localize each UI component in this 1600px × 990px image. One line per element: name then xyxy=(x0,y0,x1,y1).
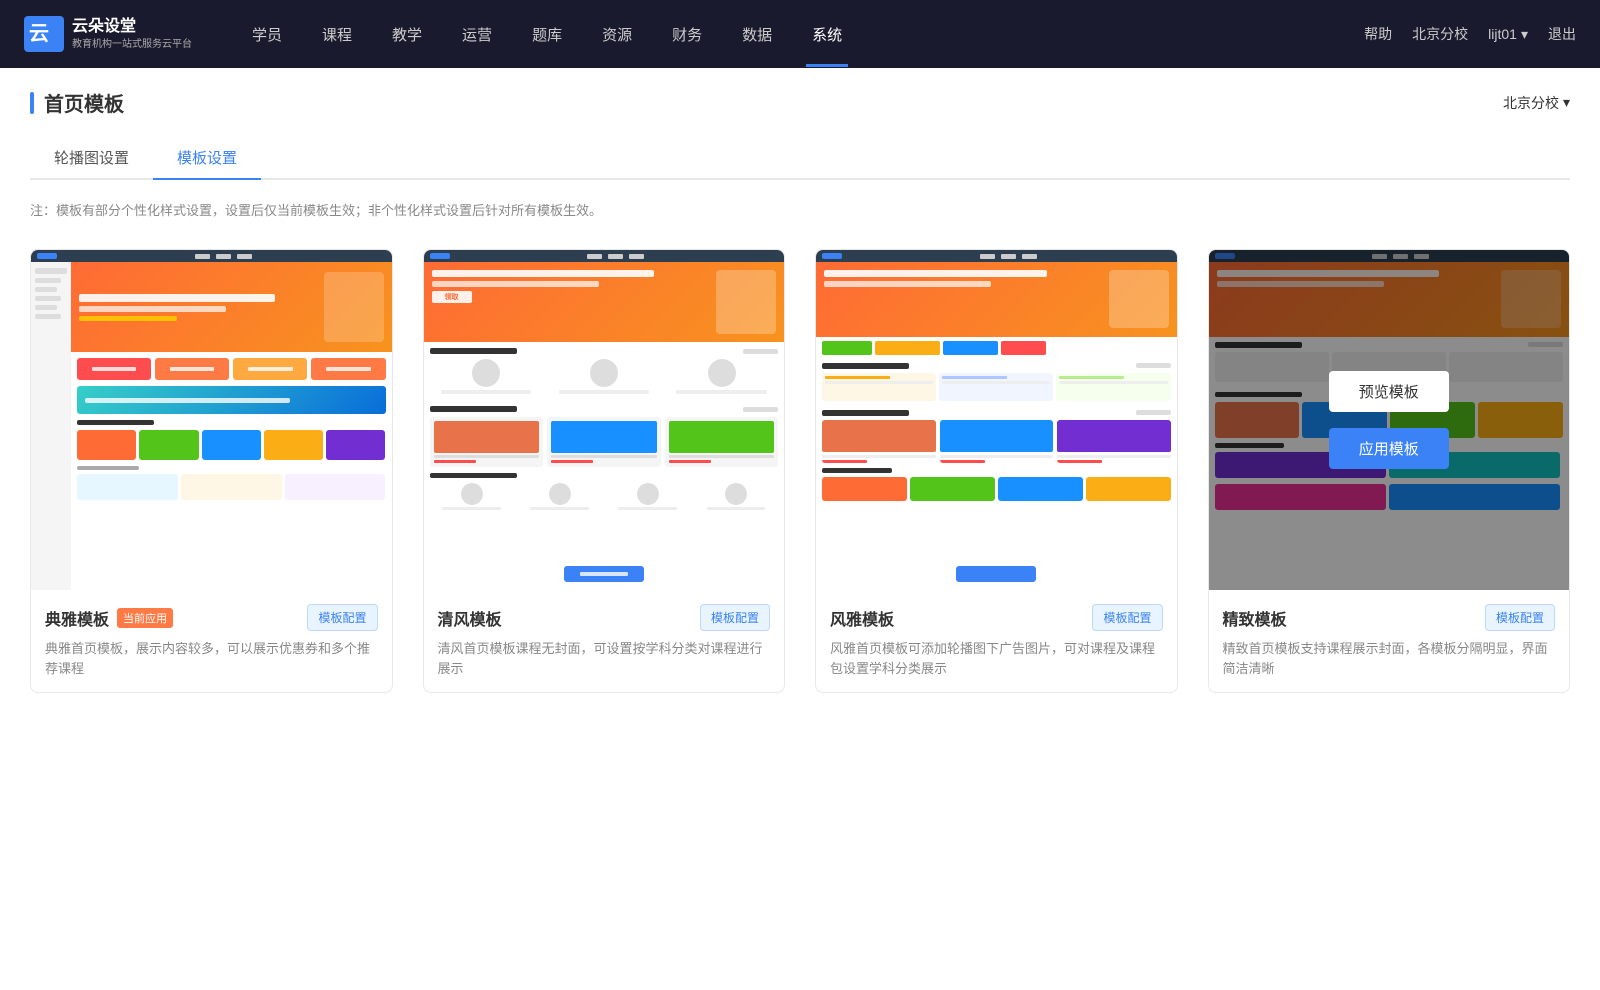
tab-carousel[interactable]: 轮播图设置 xyxy=(30,137,153,180)
card-footer-refined: 精致模板 模板配置 精致首页模板支持课程展示封面，各模板分隔明显，界面简洁清晰 xyxy=(1209,590,1570,692)
user-chevron-icon: ▾ xyxy=(1521,26,1528,43)
card-name-left-refined: 精致模板 xyxy=(1223,606,1287,630)
preview-template-button[interactable]: 预览模板 xyxy=(1329,371,1449,412)
template-card-refined: 预览模板 应用模板 精致模板 模板配置 精致首页模板支持课程展示封面，各模板分隔… xyxy=(1208,249,1571,693)
config-btn-refined[interactable]: 模板配置 xyxy=(1485,604,1555,631)
logo: 云 云朵设堂 教育机构一站式服务云平台 xyxy=(24,16,192,52)
apply-template-button[interactable]: 应用模板 xyxy=(1329,428,1449,469)
card-footer-classic: 典雅模板 当前应用 模板配置 典雅首页模板，展示内容较多，可以展示优惠券和多个推… xyxy=(31,590,392,692)
config-btn-clean[interactable]: 模板配置 xyxy=(700,604,770,631)
page-header: 首页模板 北京分校 ▾ xyxy=(30,88,1570,117)
card-name-elegant: 风雅模板 xyxy=(830,606,894,630)
svg-text:云: 云 xyxy=(29,23,49,45)
template-card-elegant: 风雅模板 模板配置 风雅首页模板可添加轮播图下广告图片，可对课程及课程包设置学科… xyxy=(815,249,1178,693)
card-name-left-clean: 清风模板 xyxy=(438,606,502,630)
title-bar-accent xyxy=(30,92,34,114)
template-preview-classic xyxy=(31,250,392,590)
note-text: 注：模板有部分个性化样式设置，设置后仅当前模板生效；非个性化样式设置后针对所有模… xyxy=(30,200,1570,219)
current-badge-classic: 当前应用 xyxy=(117,608,173,628)
config-btn-classic[interactable]: 模板配置 xyxy=(307,604,377,631)
card-name-left-classic: 典雅模板 当前应用 xyxy=(45,606,173,630)
card-desc-clean: 清风首页模板课程无封面，可设置按学科分类对课程进行展示 xyxy=(438,639,771,678)
card-footer-elegant: 风雅模板 模板配置 风雅首页模板可添加轮播图下广告图片，可对课程及课程包设置学科… xyxy=(816,590,1177,692)
card-name-row-clean: 清风模板 模板配置 xyxy=(438,604,771,631)
nav-data[interactable]: 数据 xyxy=(722,2,792,67)
template-preview-clean: 领取 xyxy=(424,250,785,590)
logout-link[interactable]: 退出 xyxy=(1548,24,1576,44)
card-footer-clean: 清风模板 模板配置 清风首页模板课程无封面，可设置按学科分类对课程进行展示 xyxy=(424,590,785,692)
card-name-left-elegant: 风雅模板 xyxy=(830,606,894,630)
branch-link[interactable]: 北京分校 xyxy=(1412,24,1468,44)
card-desc-elegant: 风雅首页模板可添加轮播图下广告图片，可对课程及课程包设置学科分类展示 xyxy=(830,639,1163,678)
card-desc-classic: 典雅首页模板，展示内容较多，可以展示优惠券和多个推荐课程 xyxy=(45,639,378,678)
main-header: 云 云朵设堂 教育机构一站式服务云平台 学员 课程 教学 运营 题库 资源 财务… xyxy=(0,0,1600,68)
card-name-row-classic: 典雅模板 当前应用 模板配置 xyxy=(45,604,378,631)
nav-resources[interactable]: 资源 xyxy=(582,2,652,67)
main-nav: 学员 课程 教学 运营 题库 资源 财务 数据 系统 xyxy=(232,2,1364,67)
template-card-classic: 典雅模板 当前应用 模板配置 典雅首页模板，展示内容较多，可以展示优惠券和多个推… xyxy=(30,249,393,693)
branch-selector[interactable]: 北京分校 ▾ xyxy=(1503,93,1570,113)
card-name-row-refined: 精致模板 模板配置 xyxy=(1223,604,1556,631)
header-right: 帮助 北京分校 lijt01 ▾ 退出 xyxy=(1364,24,1576,44)
card-desc-refined: 精致首页模板支持课程展示封面，各模板分隔明显，界面简洁清晰 xyxy=(1223,639,1556,678)
template-card-clean: 领取 xyxy=(423,249,786,693)
nav-questions[interactable]: 题库 xyxy=(512,2,582,67)
card-name-row-elegant: 风雅模板 模板配置 xyxy=(830,604,1163,631)
nav-operations[interactable]: 运营 xyxy=(442,2,512,67)
card-name-classic: 典雅模板 xyxy=(45,606,109,630)
nav-teaching[interactable]: 教学 xyxy=(372,2,442,67)
user-menu[interactable]: lijt01 ▾ xyxy=(1488,26,1528,43)
main-content: 首页模板 北京分校 ▾ 轮播图设置 模板设置 注：模板有部分个性化样式设置，设置… xyxy=(0,68,1600,990)
nav-courses[interactable]: 课程 xyxy=(302,2,372,67)
logo-icon: 云 xyxy=(24,16,64,52)
logo-text: 云朵设堂 教育机构一站式服务云平台 xyxy=(72,17,192,51)
template-grid: 典雅模板 当前应用 模板配置 典雅首页模板，展示内容较多，可以展示优惠券和多个推… xyxy=(30,249,1570,693)
nav-system[interactable]: 系统 xyxy=(792,2,862,67)
template-preview-refined[interactable]: 预览模板 应用模板 xyxy=(1209,250,1570,590)
tabs: 轮播图设置 模板设置 xyxy=(30,137,1570,180)
help-link[interactable]: 帮助 xyxy=(1364,24,1392,44)
page-title: 首页模板 xyxy=(44,88,124,117)
tab-template[interactable]: 模板设置 xyxy=(153,137,261,180)
nav-students[interactable]: 学员 xyxy=(232,2,302,67)
config-btn-elegant[interactable]: 模板配置 xyxy=(1092,604,1162,631)
branch-chevron-icon: ▾ xyxy=(1563,94,1570,111)
card-name-refined: 精致模板 xyxy=(1223,606,1287,630)
template-overlay-refined: 预览模板 应用模板 xyxy=(1209,250,1570,590)
card-name-clean: 清风模板 xyxy=(438,606,502,630)
page-title-wrap: 首页模板 xyxy=(30,88,124,117)
template-preview-elegant xyxy=(816,250,1177,590)
nav-finance[interactable]: 财务 xyxy=(652,2,722,67)
